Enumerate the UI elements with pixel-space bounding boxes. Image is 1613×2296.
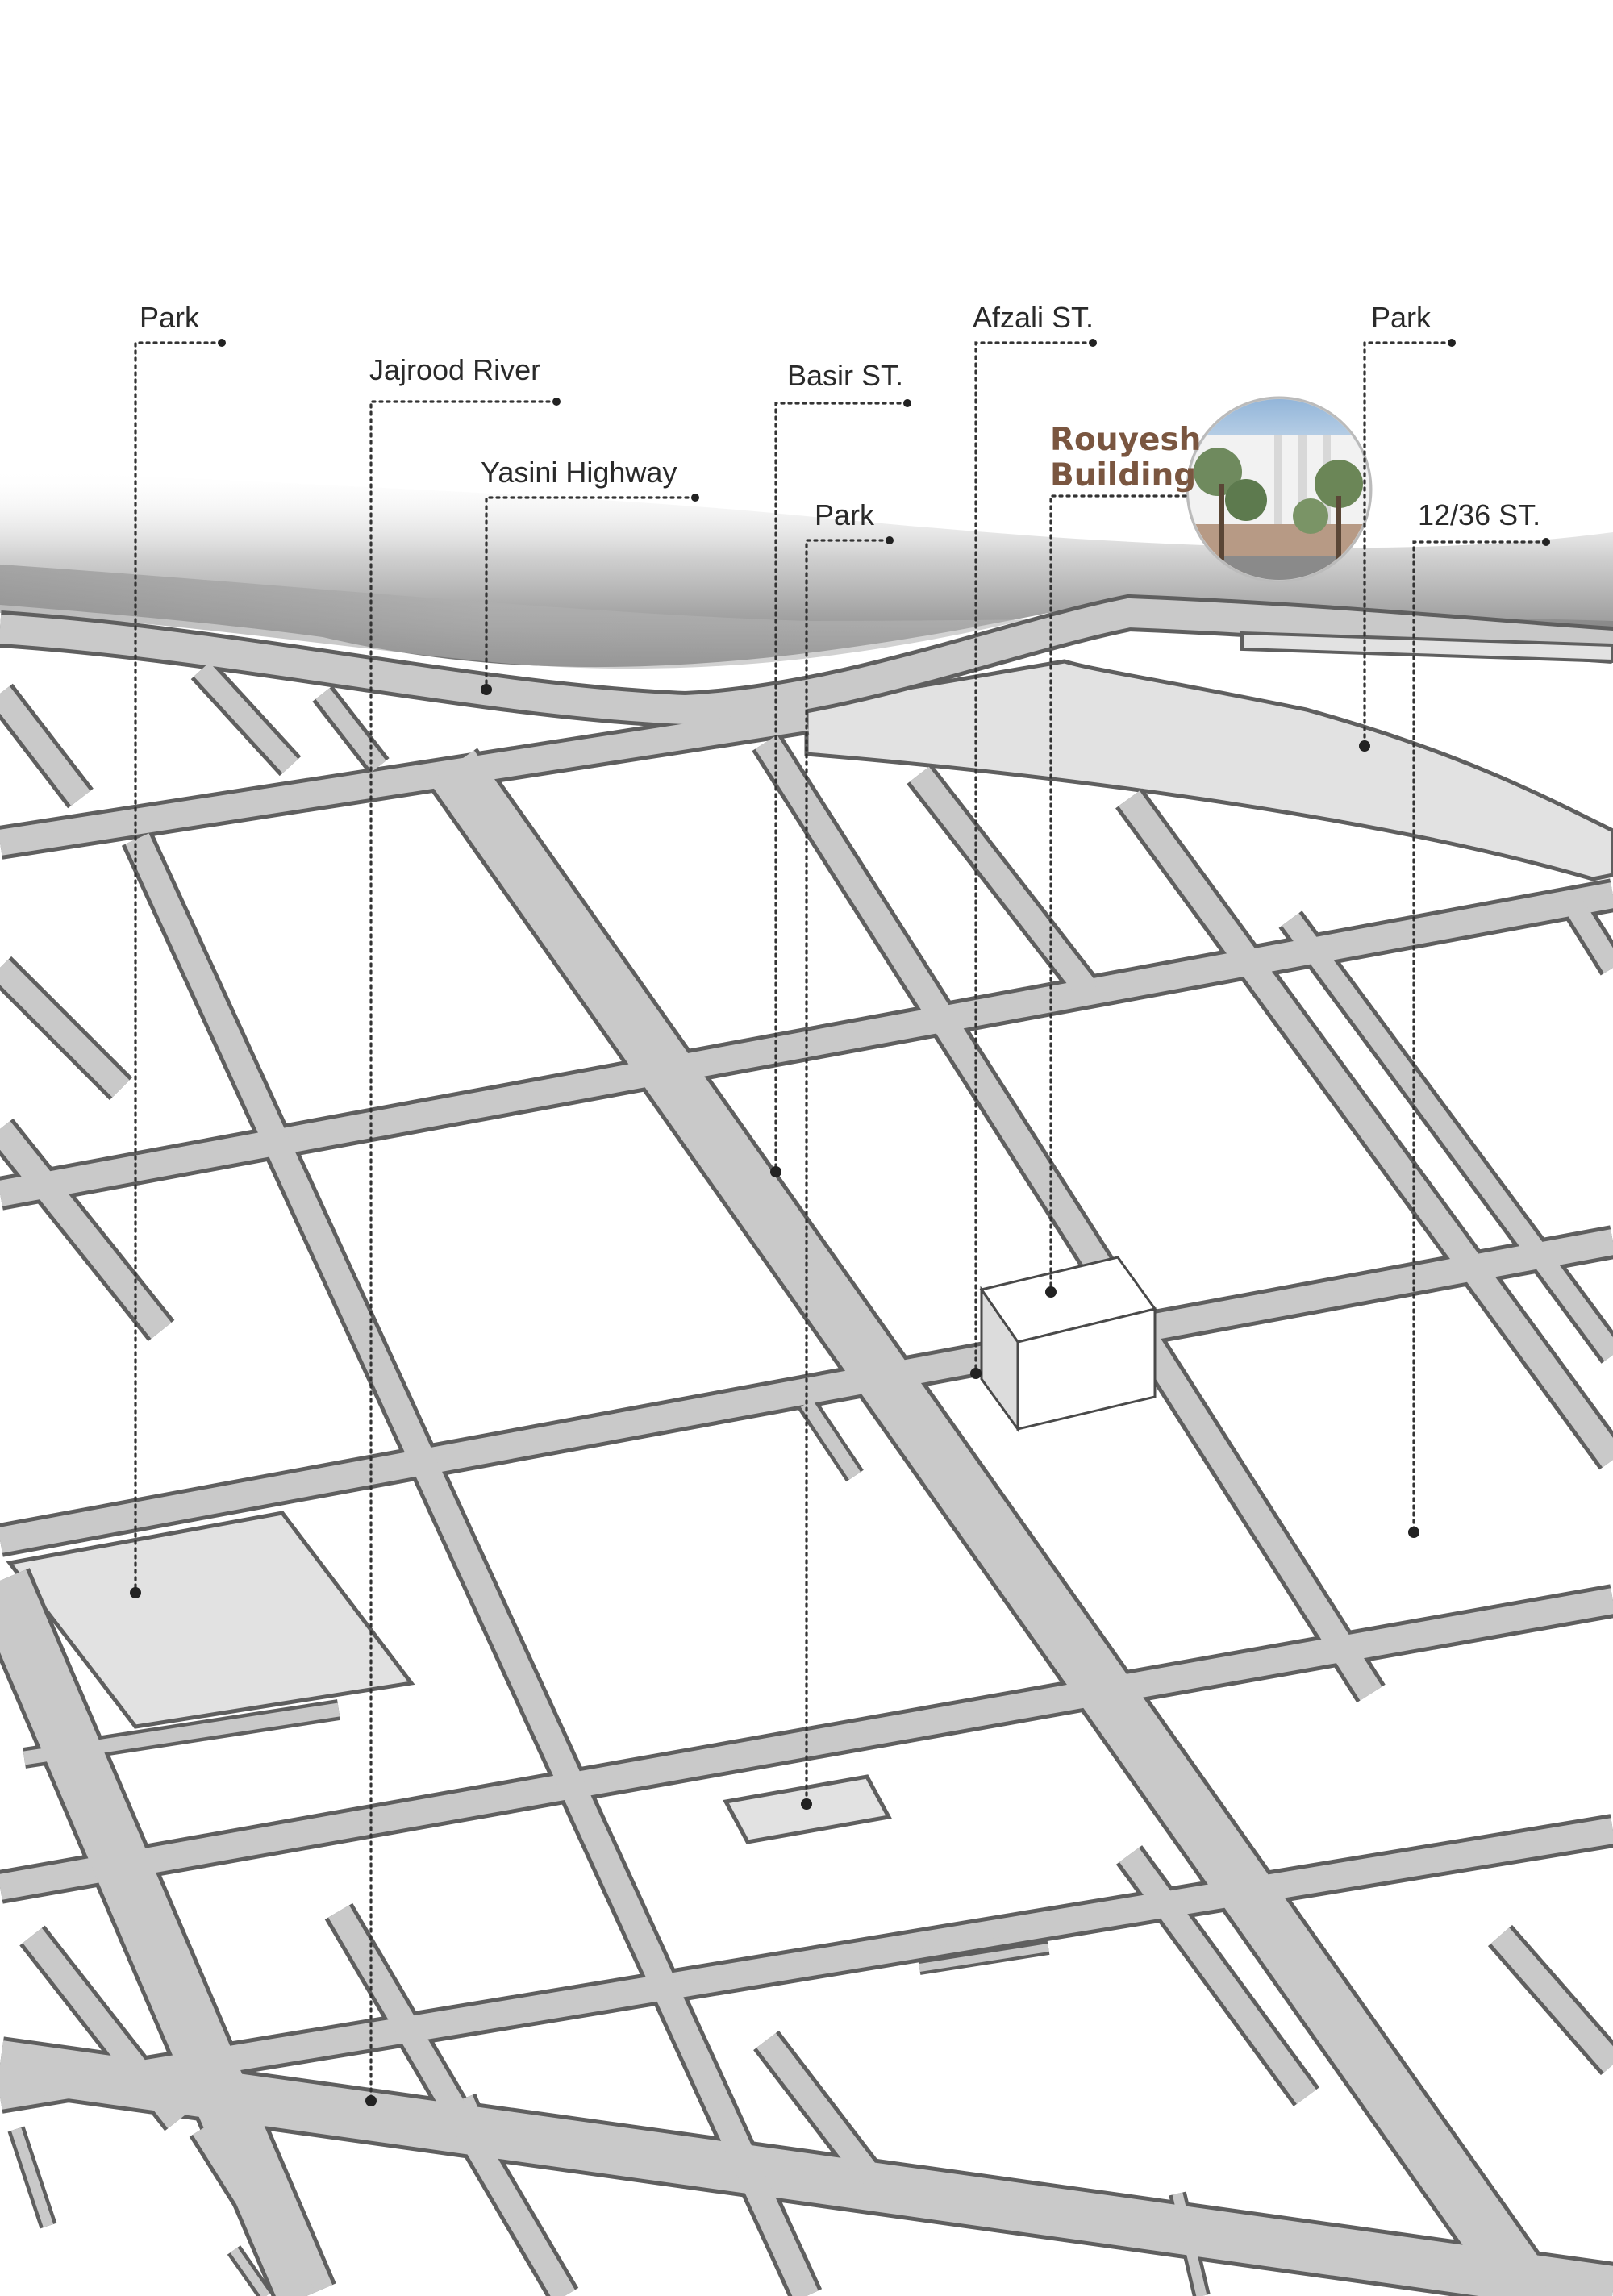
- jajrood-river-marker: [365, 2095, 377, 2106]
- park-east-marker: [1359, 740, 1370, 752]
- label-basir-st: Basir ST.: [787, 359, 903, 392]
- label-yasini-highway: Yasini Highway: [481, 456, 677, 489]
- street-12-36-marker: [1408, 1527, 1419, 1538]
- label-park-east: Park: [1371, 301, 1432, 334]
- label-jajrood-river: Jajrood River: [369, 353, 540, 386]
- label-afzali-st: Afzali ST.: [973, 301, 1094, 334]
- label-rouyesh-line1: Rouyesh: [1050, 422, 1201, 458]
- label-park-west: Park: [140, 301, 200, 334]
- park-center-marker: [801, 1798, 812, 1810]
- rouyesh-building-marker: [1045, 1286, 1057, 1298]
- basir-st-marker: [770, 1166, 781, 1177]
- label-rouyesh-line2: Building: [1050, 457, 1196, 494]
- yasini-highway-marker: [481, 684, 492, 695]
- label-park-center: Park: [815, 498, 875, 531]
- afzali-st-marker: [970, 1368, 982, 1379]
- building-block-3d-icon: [979, 1256, 1157, 1433]
- park-west-marker: [130, 1587, 141, 1598]
- label-street-12-36: 12/36 ST.: [1418, 498, 1540, 531]
- site-plan-map: Park Jajrood River Yasini Highway Basir …: [0, 301, 1613, 2296]
